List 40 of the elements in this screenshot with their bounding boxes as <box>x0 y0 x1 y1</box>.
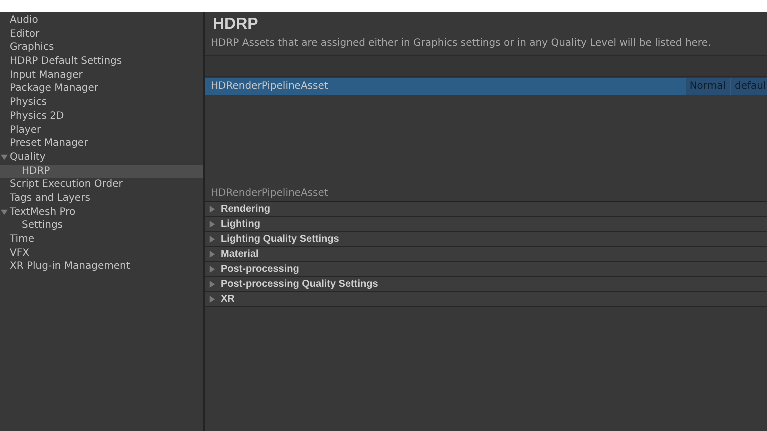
sidebar-item[interactable]: Physics 2D <box>0 110 203 124</box>
sidebar-item[interactable]: VFX <box>0 246 203 260</box>
quality-level: Normal <box>684 78 730 95</box>
sidebar-item[interactable]: Physics <box>0 96 203 110</box>
expand-arrow-icon[interactable] <box>1 208 8 216</box>
foldout-header[interactable]: Material <box>205 247 767 262</box>
sidebar-item[interactable]: Player <box>0 124 203 138</box>
sidebar-item[interactable]: Preset Manager <box>0 137 203 151</box>
sidebar-item[interactable]: Input Manager <box>0 68 203 82</box>
sidebar-item[interactable]: Script Execution Order <box>0 178 203 192</box>
table-cell: defaul <box>730 78 767 95</box>
sidebar-item[interactable]: Time <box>0 233 203 247</box>
foldout-header[interactable]: Rendering <box>205 202 767 217</box>
expand-arrow-icon[interactable] <box>209 266 216 272</box>
sidebar-item[interactable]: Graphics <box>0 41 203 56</box>
sidebar-item[interactable]: Audio <box>0 14 203 28</box>
expand-arrow-icon[interactable] <box>209 280 216 288</box>
expand-arrow-icon[interactable] <box>209 236 216 242</box>
foldout-header[interactable]: Post-processing Quality Settings <box>205 277 767 292</box>
expand-arrow-icon[interactable] <box>209 296 216 302</box>
sidebar-item[interactable]: Settings <box>0 219 203 233</box>
asset-row[interactable]: HDRenderPipelineAsset Normal defaul <box>205 78 767 95</box>
expand-arrow-icon[interactable] <box>1 154 8 162</box>
foldout-header[interactable]: Lighting <box>205 217 767 232</box>
expand-arrow-icon[interactable] <box>209 220 216 228</box>
sidebar-item[interactable]: TextMesh Pro <box>0 206 203 220</box>
sidebar-item[interactable]: HDRP Default Settings <box>0 55 203 69</box>
sidebar-item[interactable]: XR Plug-in Management <box>0 260 203 274</box>
sidebar-item[interactable]: Tags and Layers <box>0 192 203 206</box>
sidebar-item[interactable]: Quality <box>0 150 203 165</box>
sidebar-item[interactable]: Editor <box>0 28 203 42</box>
expand-arrow-icon[interactable] <box>209 250 216 258</box>
expand-arrow-icon[interactable] <box>209 206 216 212</box>
sidebar-item[interactable]: Package Manager <box>0 82 203 96</box>
asset-name: HDRenderPipelineAsset <box>210 81 330 92</box>
page-title: HDRP <box>212 15 260 35</box>
foldout-header[interactable]: Lighting Quality Settings <box>205 232 767 247</box>
sidebar-item[interactable]: HDRP <box>0 164 203 178</box>
foldout-header[interactable]: Post-processing <box>205 262 767 277</box>
foldout-header[interactable]: XR <box>205 292 767 307</box>
